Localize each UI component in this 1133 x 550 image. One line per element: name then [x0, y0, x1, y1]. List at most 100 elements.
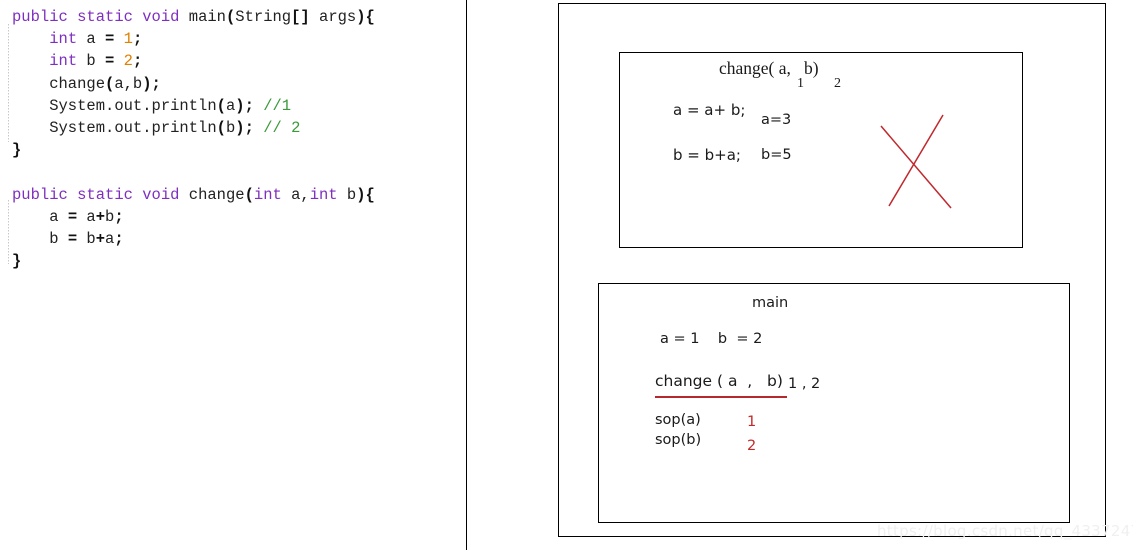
- code-token: ;: [114, 229, 124, 248]
- code-token: a: [105, 229, 115, 248]
- code-token: args: [309, 8, 357, 26]
- main-stack-frame-box: [598, 283, 1070, 523]
- code-token: (: [105, 74, 115, 93]
- code-token: int: [253, 185, 282, 204]
- code-token: ): [356, 8, 366, 26]
- code-line-11: b = b+a;: [12, 228, 375, 250]
- code-line-9: public static void change(int a,int b){: [12, 184, 375, 206]
- code-token: int: [49, 30, 78, 49]
- code-token: // 2: [263, 118, 301, 137]
- code-token: ;: [114, 207, 124, 226]
- change-arg2-subscript: 2: [834, 76, 841, 91]
- print-b-label: sop(b): [655, 432, 702, 448]
- code-line-4: change(a,b);: [12, 73, 375, 95]
- code-token: ;: [244, 96, 254, 115]
- change-result-a: a=3: [761, 112, 792, 128]
- code-token: int: [49, 52, 78, 71]
- code-token: (: [225, 8, 236, 26]
- watermark-text: https://blog.csdn.net/qq_43372470: [877, 522, 1133, 540]
- code-token: System.out.println: [12, 96, 217, 115]
- main-variables-line: a = 1 b = 2: [660, 331, 763, 347]
- code-token: b: [337, 185, 357, 204]
- code-token: +: [95, 207, 106, 226]
- code-token: b: [225, 118, 236, 137]
- code-token: {: [365, 185, 375, 204]
- code-token: a,b: [114, 74, 143, 93]
- code-token: main: [188, 8, 226, 26]
- code-token: ;: [132, 52, 143, 71]
- code-token: +: [95, 229, 106, 248]
- code-token: =: [105, 52, 115, 71]
- code-token: =: [67, 207, 78, 226]
- code-token: []: [291, 8, 310, 26]
- print-a-value: 1: [747, 414, 757, 430]
- code-token: public: [12, 185, 78, 204]
- diagram-pane: change( a, b) 1 2 a = a+ b; a=3 b = b+a;…: [467, 0, 1133, 550]
- code-token: static: [77, 185, 143, 204]
- code-token: ;: [151, 74, 161, 93]
- call-line-underline: [655, 396, 787, 398]
- code-token: ): [235, 96, 245, 115]
- main-frame-title: main: [752, 295, 789, 311]
- code-token: (: [216, 118, 226, 137]
- main-change-call-line: change ( a , b): [655, 372, 783, 390]
- code-token: ): [142, 74, 152, 93]
- code-token: =: [67, 229, 78, 248]
- change-result-b: b=5: [761, 147, 792, 163]
- code-token: a,: [281, 185, 310, 204]
- code-line-7: }: [12, 139, 375, 161]
- code-token: b: [77, 229, 96, 248]
- code-token: int: [309, 185, 338, 204]
- code-token: }: [12, 252, 22, 271]
- code-token: b: [105, 207, 115, 226]
- change-statement-b: b = b+a;: [673, 146, 741, 164]
- code-token: (: [216, 96, 226, 115]
- code-token: }: [12, 141, 22, 160]
- code-token: a: [12, 207, 68, 226]
- java-source-code[interactable]: public static void main(String[] args){ …: [12, 6, 375, 272]
- code-token: public: [12, 8, 78, 26]
- code-token: ): [356, 185, 366, 204]
- code-token: String: [235, 8, 292, 26]
- code-token: static: [77, 8, 143, 26]
- print-a-label: sop(a): [655, 412, 701, 428]
- code-token: ;: [132, 30, 143, 49]
- code-token: 2: [123, 52, 133, 71]
- code-line-1: public static void main(String[] args){: [12, 6, 375, 28]
- code-token: ;: [244, 118, 254, 137]
- change-arg1-subscript: 1: [797, 76, 804, 91]
- code-token: change: [188, 185, 245, 204]
- code-token: //1: [263, 96, 292, 115]
- code-token: System.out.println: [12, 118, 217, 137]
- code-token: {: [365, 8, 375, 26]
- code-line-5: System.out.println(a); //1: [12, 95, 375, 117]
- code-token: (: [244, 185, 254, 204]
- code-pane: public static void main(String[] args){ …: [0, 0, 466, 550]
- code-line-10: a = a+b;: [12, 206, 375, 228]
- code-line-3: int b = 2;: [12, 50, 375, 72]
- cross-out-x-icon: [880, 114, 952, 209]
- change-statement-a: a = a+ b;: [673, 101, 746, 119]
- code-line-12: }: [12, 250, 375, 272]
- code-line-6: System.out.println(b); // 2: [12, 117, 375, 139]
- indent-guide-main: [8, 24, 9, 142]
- code-token: 1: [123, 30, 133, 49]
- code-token: void: [142, 185, 189, 204]
- indent-guide-change: [8, 200, 9, 264]
- code-token: b: [77, 52, 106, 71]
- print-b-value: 2: [747, 438, 757, 454]
- code-token: a: [77, 207, 96, 226]
- code-token: change: [12, 74, 106, 93]
- code-line-2: int a = 1;: [12, 28, 375, 50]
- code-token: ): [235, 118, 245, 137]
- code-token: b: [12, 229, 68, 248]
- code-token: a: [77, 30, 106, 49]
- code-token: a: [225, 96, 236, 115]
